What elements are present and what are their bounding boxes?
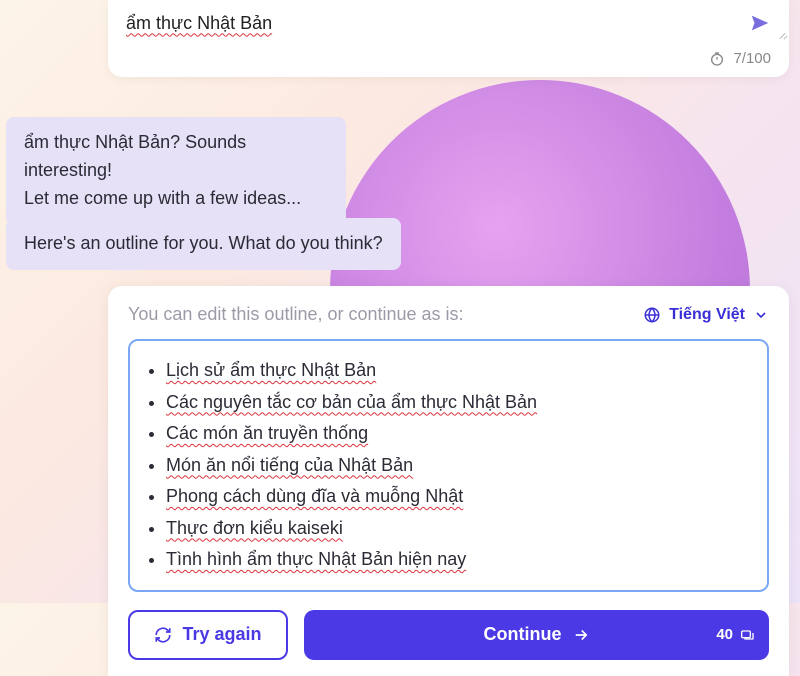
assistant-message-2: Here's an outline for you. What do you t… bbox=[6, 218, 401, 270]
list-item[interactable]: Phong cách dùng đĩa và muỗng Nhật bbox=[166, 481, 751, 513]
outline-editor[interactable]: Lịch sử ẩm thực Nhật Bản Các nguyên tắc … bbox=[128, 339, 769, 592]
resize-handle-icon[interactable] bbox=[775, 30, 785, 40]
list-item[interactable]: Các món ăn truyền thống bbox=[166, 418, 751, 450]
list-item[interactable]: Lịch sử ẩm thực Nhật Bản bbox=[166, 355, 751, 387]
chevron-down-icon bbox=[753, 307, 769, 323]
prompt-input-card: ẩm thực Nhật Bản 7/100 bbox=[108, 0, 789, 77]
list-item[interactable]: Thực đơn kiểu kaiseki bbox=[166, 513, 751, 545]
assistant-message-1: ẩm thực Nhật Bản? Sounds interesting! Le… bbox=[6, 117, 346, 225]
language-selector[interactable]: Tiếng Việt bbox=[643, 306, 769, 324]
list-item[interactable]: Các nguyên tắc cơ bản của ẩm thực Nhật B… bbox=[166, 387, 751, 419]
timer-icon bbox=[709, 51, 725, 67]
message-line: Here's an outline for you. What do you t… bbox=[24, 233, 383, 253]
language-label: Tiếng Việt bbox=[669, 306, 745, 324]
continue-label: Continue bbox=[484, 624, 562, 645]
counter-text: 7/100 bbox=[733, 50, 771, 67]
list-item[interactable]: Món ăn nổi tiếng của Nhật Bản bbox=[166, 450, 751, 482]
globe-icon bbox=[643, 306, 661, 324]
prompt-input[interactable]: ẩm thực Nhật Bản bbox=[126, 13, 739, 34]
send-icon[interactable] bbox=[749, 12, 771, 34]
continue-button[interactable]: Continue 40 bbox=[304, 610, 769, 660]
arrow-right-icon bbox=[572, 626, 590, 644]
try-again-button[interactable]: Try again bbox=[128, 610, 288, 660]
message-line: ẩm thực Nhật Bản? Sounds interesting! bbox=[24, 129, 328, 185]
message-line: Let me come up with a few ideas... bbox=[24, 185, 328, 213]
list-item[interactable]: Tình hình ẩm thực Nhật Bản hiện nay bbox=[166, 544, 751, 576]
cards-icon bbox=[739, 627, 755, 643]
credit-counter: 7/100 bbox=[126, 50, 771, 67]
try-again-label: Try again bbox=[182, 624, 261, 645]
credit-badge: 40 bbox=[716, 626, 755, 643]
badge-count: 40 bbox=[716, 626, 733, 643]
outline-list: Lịch sử ẩm thực Nhật Bản Các nguyên tắc … bbox=[166, 355, 751, 576]
outline-card: You can edit this outline, or continue a… bbox=[108, 286, 789, 676]
outline-hint: You can edit this outline, or continue a… bbox=[128, 304, 464, 325]
refresh-icon bbox=[154, 626, 172, 644]
